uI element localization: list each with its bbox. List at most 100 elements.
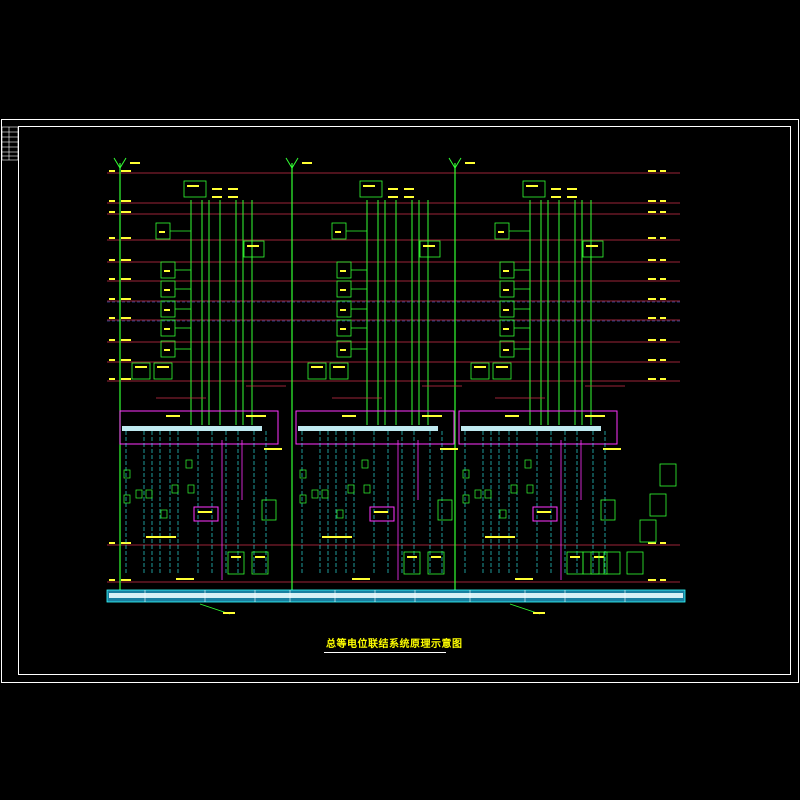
local-bonding-box xyxy=(193,506,219,522)
section-b xyxy=(295,180,462,580)
extra-equipment-box xyxy=(659,463,677,487)
box-text xyxy=(503,309,509,311)
top-equipment-box xyxy=(359,180,383,198)
small-label xyxy=(388,196,398,198)
floor-mark-left-label xyxy=(121,339,131,341)
top-equipment-box xyxy=(183,180,207,198)
floor-mark-left xyxy=(109,200,115,202)
floor-mark-right-label xyxy=(648,359,656,361)
side-equipment-box xyxy=(582,240,604,258)
box-text xyxy=(164,289,170,291)
lower-equipment-box xyxy=(427,551,445,575)
box-text xyxy=(503,289,509,291)
bonding-symbol xyxy=(123,469,131,479)
leader-label xyxy=(533,612,545,614)
extra-equipment-box xyxy=(649,493,667,517)
box-text xyxy=(340,289,346,291)
floor-mark-left xyxy=(109,170,115,172)
bar-label xyxy=(264,448,282,450)
meter-box xyxy=(153,362,173,380)
floor-mark-left-label xyxy=(121,200,131,202)
box-text xyxy=(164,328,170,330)
floor-mark-left xyxy=(109,542,115,544)
box-label xyxy=(431,556,441,558)
main-earth-bar xyxy=(298,426,438,431)
small-label xyxy=(567,188,577,190)
bar-label xyxy=(246,415,266,417)
lower-equipment-box xyxy=(403,551,421,575)
small-label xyxy=(404,188,414,190)
bonding-symbol xyxy=(145,489,153,499)
box-text xyxy=(340,349,346,351)
floor-mark-right-label xyxy=(648,278,656,280)
meter-box xyxy=(131,362,151,380)
section-a xyxy=(119,180,286,580)
side-equipment-box xyxy=(243,240,265,258)
floor-mark-left-label xyxy=(121,317,131,319)
bonding-symbol xyxy=(462,469,470,479)
box-label xyxy=(333,366,345,368)
bar-label xyxy=(585,415,605,417)
top-equipment-box xyxy=(522,180,546,198)
bonding-symbol xyxy=(187,484,195,494)
floor-mark-right-label xyxy=(648,298,656,300)
box-label xyxy=(187,185,199,187)
box-text xyxy=(164,309,170,311)
floor-mark-right-label xyxy=(648,237,656,239)
floor-mark-right xyxy=(660,542,666,544)
side-equipment-box xyxy=(419,240,441,258)
box-label xyxy=(526,185,538,187)
floor-mark-left-label xyxy=(121,211,131,213)
box-label xyxy=(198,511,212,513)
side-terminal-box xyxy=(437,499,453,521)
box-label xyxy=(474,366,486,368)
floor-mark-right-label xyxy=(648,579,656,581)
box-label xyxy=(570,556,580,558)
floor-mark-right xyxy=(660,259,666,261)
box-text xyxy=(503,328,509,330)
floor-mark-left-label xyxy=(121,278,131,280)
bottom-label xyxy=(515,578,533,580)
box-text xyxy=(335,231,341,233)
earth-busbar xyxy=(106,589,686,615)
riser-tag xyxy=(302,162,312,164)
floor-mark-left xyxy=(109,579,115,581)
meter-box xyxy=(307,362,327,380)
floor-mark-left xyxy=(109,339,115,341)
box-text xyxy=(503,270,509,272)
floor-mark-left-label xyxy=(121,378,131,380)
floor-mark-left xyxy=(109,278,115,280)
box-label xyxy=(496,366,508,368)
bonding-symbol xyxy=(311,489,319,499)
bonding-symbol xyxy=(462,494,470,504)
extra-equipment-box xyxy=(626,551,644,575)
small-label xyxy=(404,196,414,198)
pipe-label xyxy=(322,536,352,538)
floor-mark-left xyxy=(109,211,115,213)
bonding-symbol xyxy=(484,489,492,499)
floor-mark-right xyxy=(660,579,666,581)
equipment-groups xyxy=(119,180,677,580)
box-text xyxy=(498,231,504,233)
box-label xyxy=(374,511,388,513)
section-c xyxy=(458,180,625,580)
box-text xyxy=(503,349,509,351)
bonding-symbol xyxy=(347,484,355,494)
floor-mark-right-label xyxy=(648,378,656,380)
floor-mark-right-label xyxy=(648,170,656,172)
floor-mark-right xyxy=(660,278,666,280)
pipe-label xyxy=(485,536,515,538)
side-terminal-box xyxy=(600,499,616,521)
bonding-symbol xyxy=(336,509,344,519)
small-label xyxy=(228,196,238,198)
box-label xyxy=(135,366,147,368)
floor-mark-left-label xyxy=(121,359,131,361)
floor-mark-left xyxy=(109,259,115,261)
bonding-symbol xyxy=(135,489,143,499)
bonding-symbol xyxy=(299,469,307,479)
lower-equipment-box xyxy=(227,551,245,575)
small-label xyxy=(212,188,222,190)
floor-mark-right xyxy=(660,200,666,202)
small-label xyxy=(567,196,577,198)
bottom-label xyxy=(176,578,194,580)
